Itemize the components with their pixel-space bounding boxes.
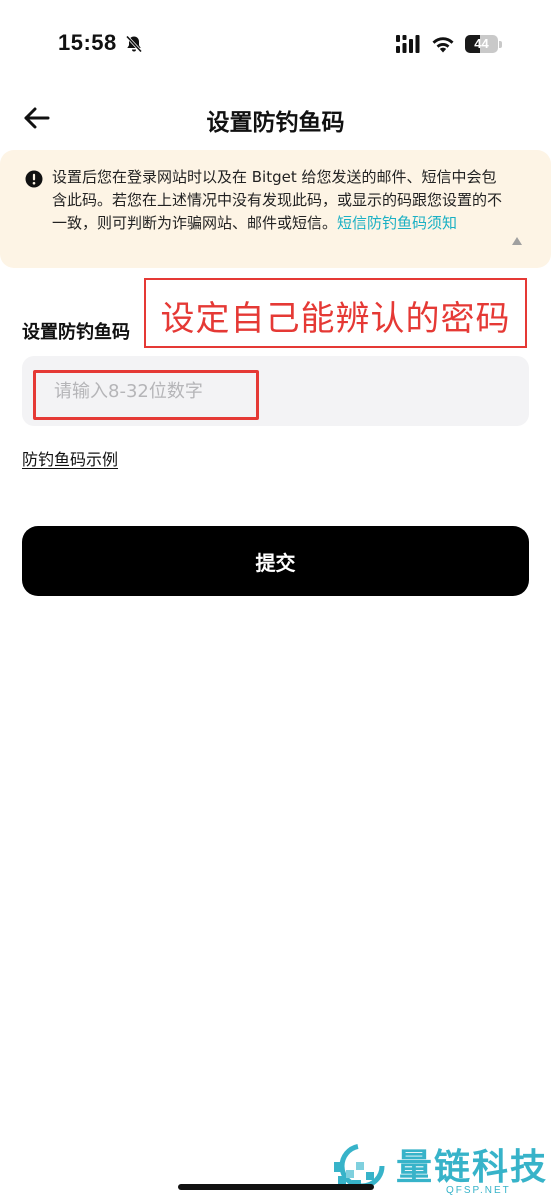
status-bar: 15:58 44 (0, 0, 551, 90)
annotation-callout: 设定自己能辨认的密码 (144, 278, 527, 348)
wifi-icon (432, 37, 454, 53)
bell-slash-icon (125, 35, 143, 53)
triangle-up-icon[interactable] (511, 236, 523, 246)
home-indicator (178, 1184, 374, 1190)
battery-tip (499, 41, 502, 48)
submit-button[interactable]: 提交 (22, 526, 529, 596)
watermark-title: 量链科技 (396, 1147, 549, 1188)
annotation-text: 设定自己能辨认的密码 (160, 299, 511, 339)
anti-phishing-code-input[interactable] (54, 374, 494, 408)
battery-level: 44 (474, 36, 489, 51)
header: 设置防钓鱼码 (0, 90, 551, 146)
exclamation-circle-icon (25, 170, 43, 188)
anti-phishing-code-field (22, 356, 529, 426)
watermark-subtitle: QFSP.NET (446, 1185, 511, 1196)
notice-link[interactable]: 短信防钓鱼码须知 (337, 214, 457, 232)
example-link[interactable]: 防钓鱼码示例 (22, 446, 118, 470)
field-label: 设置防钓鱼码 (22, 322, 130, 343)
status-time: 15:58 (58, 30, 117, 55)
notice-text: 设置后您在登录网站时以及在 Bitget 给您发送的邮件、短信中会包含此码。若您… (52, 166, 506, 235)
page-title: 设置防钓鱼码 (206, 110, 345, 136)
notice-banner: 设置后您在登录网站时以及在 Bitget 给您发送的邮件、短信中会包含此码。若您… (0, 150, 551, 268)
signal-icon (396, 35, 420, 53)
battery-icon: 44 (465, 33, 503, 55)
